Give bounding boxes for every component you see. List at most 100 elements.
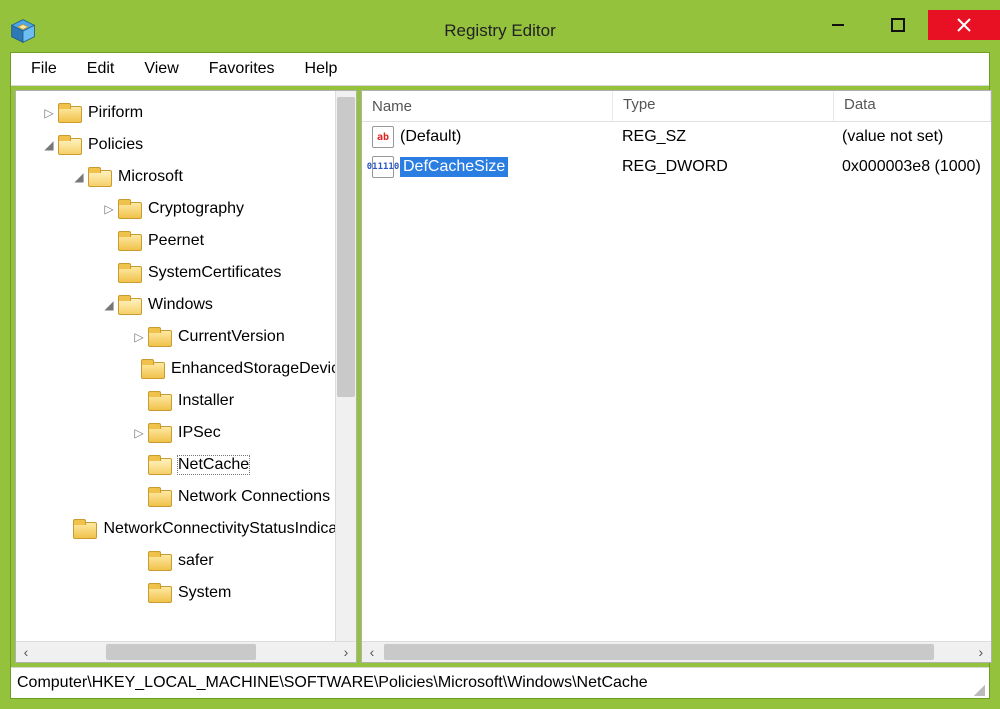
menu-favorites[interactable]: Favorites <box>197 56 287 82</box>
expand-icon[interactable]: ▷ <box>100 202 118 216</box>
scrollbar-thumb[interactable] <box>384 644 934 660</box>
folder-icon <box>148 551 172 571</box>
folder-icon <box>148 487 172 507</box>
titlebar[interactable]: Registry Editor <box>10 10 990 52</box>
expand-icon[interactable]: ▷ <box>130 426 148 440</box>
folder-icon <box>148 391 172 411</box>
maximize-button[interactable] <box>868 10 928 40</box>
app-icon <box>10 18 36 44</box>
values-pane: Name Type Data ab (Default) REG_SZ(value n… <box>361 90 992 663</box>
dword-value-icon: 011110 <box>372 156 394 178</box>
resize-grip-icon[interactable] <box>971 682 985 696</box>
folder-icon <box>58 135 82 155</box>
window-frame: Registry Editor File Edit View Favorites… <box>0 0 1000 709</box>
list-row[interactable]: 011110 DefCacheSize REG_DWORD0x000003e8 (1… <box>362 152 991 182</box>
tree-item-label: NetCache <box>178 456 249 474</box>
tree-item[interactable]: ◢ Microsoft <box>20 161 356 193</box>
column-header-type[interactable]: Type <box>613 91 834 121</box>
scroll-left-icon[interactable]: ‹ <box>362 642 382 662</box>
folder-icon <box>118 295 142 315</box>
tree-item[interactable]: System <box>20 577 356 609</box>
tree-body[interactable]: ▷ Piriform ◢ Policies ◢ Microsoft ▷ Cryptograph… <box>16 91 356 641</box>
tree-item[interactable]: ▷ IPSec <box>20 417 356 449</box>
tree-item-label: Microsoft <box>118 168 183 186</box>
tree-item[interactable]: ▷ CurrentVersion <box>20 321 356 353</box>
tree-item[interactable]: Peernet <box>20 225 356 257</box>
column-header-data[interactable]: Data <box>834 91 991 121</box>
tree-item-label: Policies <box>88 136 143 154</box>
expand-icon[interactable]: ▷ <box>130 330 148 344</box>
tree-item-label: CurrentVersion <box>178 328 285 346</box>
tree-item-label: SystemCertificates <box>148 264 281 282</box>
value-type: REG_SZ <box>612 128 832 146</box>
menu-edit[interactable]: Edit <box>75 56 127 82</box>
status-path: Computer\HKEY_LOCAL_MACHINE\SOFTWARE\Pol… <box>17 674 648 692</box>
tree-item-label: Network Connections <box>178 488 330 506</box>
scroll-left-icon[interactable]: ‹ <box>16 642 36 662</box>
folder-icon <box>118 199 142 219</box>
tree-vertical-scrollbar[interactable] <box>335 91 356 641</box>
value-name: DefCacheSize <box>400 157 508 177</box>
tree-item-label: Installer <box>178 392 234 410</box>
client-area: File Edit View Favorites Help ▷ Piriform ◢… <box>10 52 990 699</box>
expand-icon[interactable]: ◢ <box>70 170 88 184</box>
tree-horizontal-scrollbar[interactable]: ‹ › <box>16 641 356 662</box>
tree-item[interactable]: NetworkConnectivityStatusIndicator <box>20 513 356 545</box>
folder-icon <box>148 423 172 443</box>
tree-item-label: safer <box>178 552 214 570</box>
folder-icon <box>118 231 142 251</box>
tree-item[interactable]: NetCache <box>20 449 356 481</box>
window-controls <box>808 10 1000 42</box>
tree-item-label: System <box>178 584 231 602</box>
menu-help[interactable]: Help <box>293 56 350 82</box>
scrollbar-thumb[interactable] <box>337 97 355 397</box>
menu-file[interactable]: File <box>19 56 69 82</box>
tree-item-label: NetworkConnectivityStatusIndicator <box>103 520 356 538</box>
tree-item[interactable]: SystemCertificates <box>20 257 356 289</box>
tree-item[interactable]: EnhancedStorageDevices <box>20 353 356 385</box>
value-data: 0x000003e8 (1000) <box>832 158 991 176</box>
folder-icon <box>88 167 112 187</box>
list-horizontal-scrollbar[interactable]: ‹ › <box>362 641 991 662</box>
workspace: ▷ Piriform ◢ Policies ◢ Microsoft ▷ Cryptograph… <box>11 86 989 667</box>
value-name: (Default) <box>400 128 461 146</box>
scroll-right-icon[interactable]: › <box>336 642 356 662</box>
menubar: File Edit View Favorites Help <box>11 53 989 86</box>
expand-icon[interactable]: ◢ <box>40 138 58 152</box>
folder-icon <box>141 359 165 379</box>
expand-icon[interactable]: ◢ <box>100 298 118 312</box>
value-data: (value not set) <box>832 128 991 146</box>
tree-item[interactable]: ◢ Windows <box>20 289 356 321</box>
folder-icon <box>148 327 172 347</box>
tree-pane: ▷ Piriform ◢ Policies ◢ Microsoft ▷ Cryptograph… <box>15 90 357 663</box>
tree-item-label: EnhancedStorageDevices <box>171 360 356 378</box>
list-body[interactable]: ab (Default) REG_SZ(value not set) 011110 De… <box>362 122 991 641</box>
tree-item-label: Piriform <box>88 104 143 122</box>
status-bar: Computer\HKEY_LOCAL_MACHINE\SOFTWARE\Pol… <box>11 667 989 698</box>
column-header-name[interactable]: Name <box>362 91 613 121</box>
tree-item[interactable]: Installer <box>20 385 356 417</box>
tree-item[interactable]: ▷ Piriform <box>20 97 356 129</box>
tree-item-label: Cryptography <box>148 200 244 218</box>
minimize-button[interactable] <box>808 10 868 40</box>
scroll-right-icon[interactable]: › <box>971 642 991 662</box>
string-value-icon: ab <box>372 126 394 148</box>
list-header: Name Type Data <box>362 91 991 122</box>
tree-item-label: IPSec <box>178 424 221 442</box>
expand-icon[interactable]: ▷ <box>40 106 58 120</box>
folder-icon <box>73 519 97 539</box>
scrollbar-thumb[interactable] <box>106 644 256 660</box>
tree-item-label: Windows <box>148 296 213 314</box>
tree-item[interactable]: ◢ Policies <box>20 129 356 161</box>
folder-icon <box>148 455 172 475</box>
folder-icon <box>148 583 172 603</box>
list-row[interactable]: ab (Default) REG_SZ(value not set) <box>362 122 991 152</box>
folder-icon <box>58 103 82 123</box>
tree-item-label: Peernet <box>148 232 204 250</box>
menu-view[interactable]: View <box>132 56 190 82</box>
tree-item[interactable]: ▷ Cryptography <box>20 193 356 225</box>
close-button[interactable] <box>928 10 1000 40</box>
tree-item[interactable]: safer <box>20 545 356 577</box>
tree-item[interactable]: Network Connections <box>20 481 356 513</box>
value-type: REG_DWORD <box>612 158 832 176</box>
